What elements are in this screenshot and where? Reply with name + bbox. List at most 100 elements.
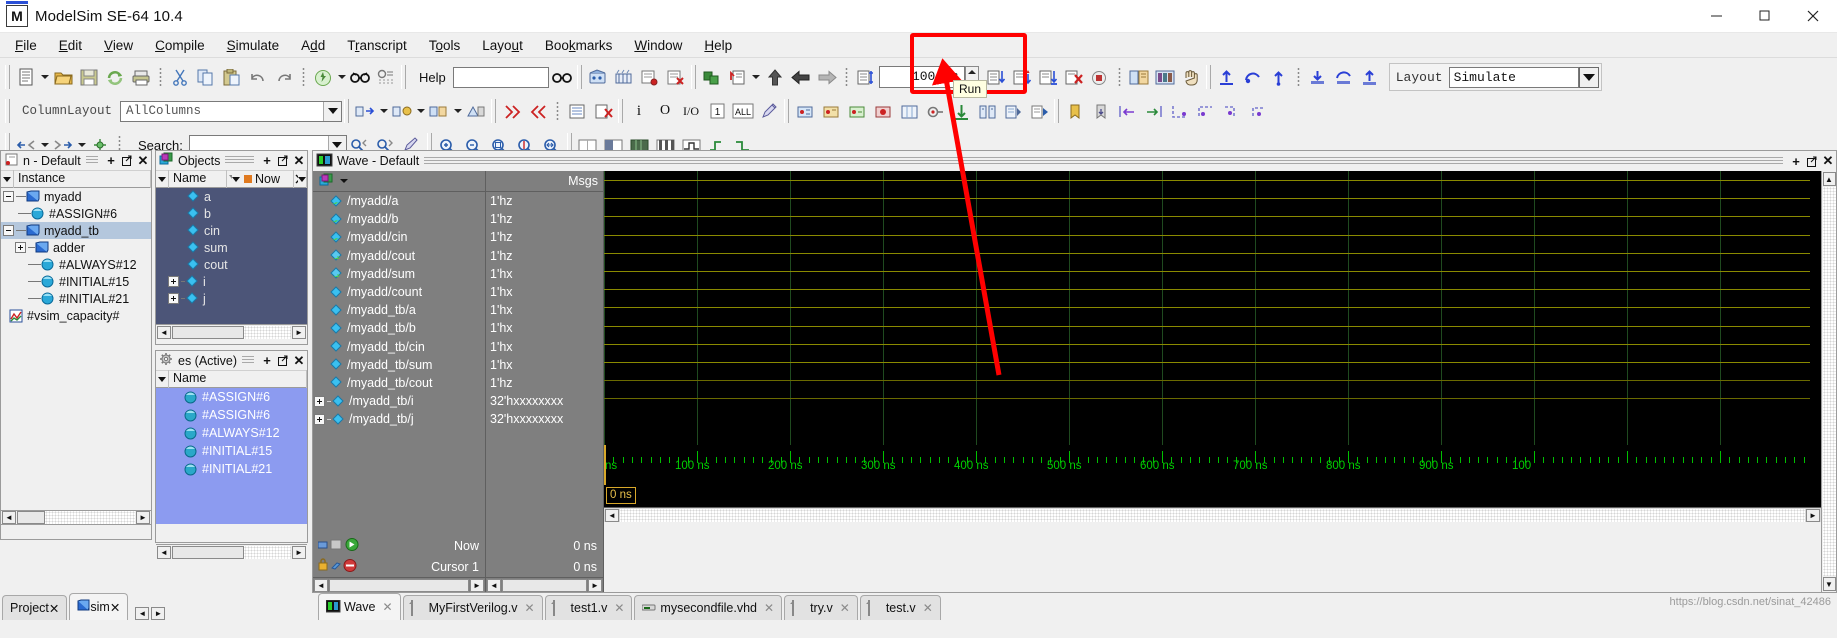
tab-test[interactable]: test.v ✕ xyxy=(859,595,941,620)
tree-row-initial21[interactable]: #INITIAL#21 xyxy=(1,290,151,307)
library-window-button[interactable] xyxy=(1126,64,1152,90)
wave-signal-row[interactable]: /myadd_tb/cin xyxy=(313,338,485,356)
step-into-button[interactable] xyxy=(725,64,751,90)
wave-objects-icon[interactable] xyxy=(319,173,334,190)
expander-plus-icon[interactable] xyxy=(168,276,179,287)
wave-nav-1-button[interactable] xyxy=(1214,64,1240,90)
tree-row-initial15[interactable]: #INITIAL#15 xyxy=(1,273,151,290)
undo-button[interactable] xyxy=(245,64,271,90)
processes-scroll-right-button[interactable]: ► xyxy=(292,545,306,559)
expander-plus-icon[interactable] xyxy=(168,293,179,304)
object-row[interactable]: i xyxy=(156,273,307,290)
close-icon[interactable]: ✕ xyxy=(614,601,624,615)
wave-msgs-scroll-right-button[interactable]: ► xyxy=(588,578,602,592)
layout-combo-value[interactable]: Simulate xyxy=(1448,66,1579,88)
wave-signal-row[interactable]: /myadd_tb/sum xyxy=(313,356,485,374)
tree-row-always12[interactable]: #ALWAYS#12 xyxy=(1,256,151,273)
wave-nav-6-button[interactable] xyxy=(1357,64,1383,90)
objects-pane-maximize-icon[interactable]: + xyxy=(259,153,275,169)
wave-pane-close-icon[interactable]: ✕ xyxy=(1820,153,1836,169)
sim-sort-chevron-down-icon[interactable] xyxy=(1,170,14,188)
wave-names-hscrollbar[interactable]: ◄ ► xyxy=(313,577,485,592)
step-up-button[interactable] xyxy=(762,64,788,90)
radix-io-button[interactable]: I/O xyxy=(678,98,704,124)
sim-tools-2-button[interactable] xyxy=(611,64,637,90)
wave-pane-maximize-icon[interactable]: + xyxy=(1788,153,1804,169)
help-input[interactable] xyxy=(452,66,549,88)
objects-column-now[interactable]: Now xyxy=(240,170,294,188)
tab-wave[interactable]: Wave ✕ xyxy=(318,593,401,620)
tree-row-assign6[interactable]: #ASSIGN#6 xyxy=(1,205,151,222)
close-icon[interactable]: ✕ xyxy=(764,601,774,615)
left-tabs-scroll-right-button[interactable]: ► xyxy=(151,607,166,620)
radix-i-button[interactable]: i xyxy=(626,98,652,124)
copy-button[interactable] xyxy=(193,64,219,90)
wave-names-scroll-right-button[interactable]: ► xyxy=(470,578,484,592)
processes-column-name[interactable]: Name xyxy=(169,370,307,388)
cursor-next-button[interactable] xyxy=(525,98,551,124)
objects-scroll-thumb[interactable] xyxy=(172,325,244,339)
stop-button[interactable] xyxy=(1087,64,1113,90)
objects-column-name[interactable]: Name xyxy=(169,170,227,188)
wave-signal-row[interactable]: /myadd/cout xyxy=(313,247,485,265)
wave-insert-3-button[interactable] xyxy=(426,98,452,124)
expander-plus-icon[interactable] xyxy=(15,242,26,253)
wave-signal-row[interactable]: /myadd_tb/b xyxy=(313,319,485,337)
breakpoint-1-button[interactable] xyxy=(792,98,818,124)
tab-mysecondfile[interactable]: mysecondfile.vhd ✕ xyxy=(634,595,783,620)
wave-msgs-scroll-left-button[interactable]: ◄ xyxy=(487,578,501,592)
column-layout-combo[interactable]: AllColumns xyxy=(120,100,343,122)
wave-edge-3-button[interactable] xyxy=(1166,98,1192,124)
menu-compile[interactable]: Compile xyxy=(144,35,216,56)
expander-minus-icon[interactable] xyxy=(3,225,14,236)
minimize-icon[interactable] xyxy=(1693,0,1741,33)
wave-play-button[interactable] xyxy=(1026,98,1052,124)
menu-bookmarks[interactable]: Bookmarks xyxy=(534,35,624,56)
help-search-button[interactable] xyxy=(549,64,575,90)
wave-canvas[interactable] xyxy=(604,171,1821,445)
wave-names-scroll-left-button[interactable]: ◄ xyxy=(314,578,328,592)
wave-insert-2-dropdown-icon[interactable] xyxy=(415,98,426,124)
menu-tools[interactable]: Tools xyxy=(418,35,472,56)
find-button[interactable] xyxy=(347,64,373,90)
wave-insert-4-button[interactable] xyxy=(463,98,489,124)
close-icon[interactable]: ✕ xyxy=(383,600,393,614)
wave-nav-2-button[interactable] xyxy=(1240,64,1266,90)
bookmark-add-button[interactable] xyxy=(1062,98,1088,124)
process-row[interactable]: #ASSIGN#6 xyxy=(156,388,307,406)
wave-scroll-up-button[interactable]: ▲ xyxy=(1822,172,1836,186)
left-tabs-scroll-left-button[interactable]: ◄ xyxy=(135,607,150,620)
wave-signal-row[interactable]: /myadd_tb/i xyxy=(313,392,485,410)
continue-run-button[interactable] xyxy=(1009,64,1035,90)
radix-all-button[interactable]: ALL xyxy=(730,98,756,124)
processes-pane-undock-icon[interactable] xyxy=(275,353,291,369)
menu-window[interactable]: Window xyxy=(623,35,693,56)
wave-scroll-track[interactable] xyxy=(1822,187,1836,576)
memory-window-button[interactable] xyxy=(1152,64,1178,90)
wave-insert-3-dropdown-icon[interactable] xyxy=(452,98,463,124)
radix-bracket-button[interactable]: 1 xyxy=(704,98,730,124)
wave-signal-row[interactable]: /myadd_tb/j xyxy=(313,410,485,428)
sim-pane-grip[interactable] xyxy=(85,156,98,165)
wave-now-icons[interactable] xyxy=(317,537,360,555)
objects-list[interactable]: a b cin sum cout i j xyxy=(156,188,307,324)
wave-compare-button[interactable] xyxy=(974,98,1000,124)
wave-pencil-button[interactable] xyxy=(756,98,782,124)
cursor-prev-button[interactable] xyxy=(499,98,525,124)
compile-button[interactable] xyxy=(310,64,336,90)
object-row[interactable]: cout xyxy=(156,256,307,273)
sim-pane-undock-icon[interactable] xyxy=(119,153,135,169)
tab-test1[interactable]: test1.v ✕ xyxy=(544,595,633,620)
processes-list[interactable]: #ASSIGN#6 #ASSIGN#6 #ALWAYS#12 #INITIAL#… xyxy=(156,388,307,524)
object-row[interactable]: sum xyxy=(156,239,307,256)
step-back-button[interactable] xyxy=(788,64,814,90)
expander-plus-icon[interactable] xyxy=(314,395,325,407)
break-button[interactable] xyxy=(1061,64,1087,90)
menu-help[interactable]: Help xyxy=(693,35,743,56)
wave-insert-2-button[interactable] xyxy=(389,98,415,124)
objects-pane-grip[interactable] xyxy=(225,156,254,165)
step-forward-button[interactable] xyxy=(814,64,840,90)
wave-cursor-link-button[interactable] xyxy=(922,98,948,124)
object-row[interactable]: cin xyxy=(156,222,307,239)
menu-edit[interactable]: Edit xyxy=(48,35,93,56)
